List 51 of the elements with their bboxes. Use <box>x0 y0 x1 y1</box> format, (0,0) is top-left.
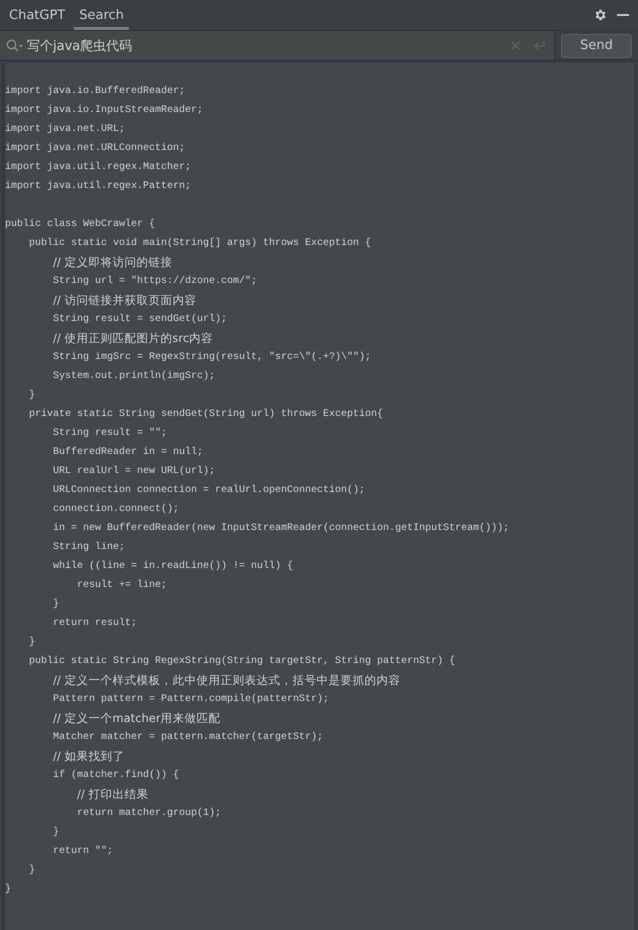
code-line: connection.connect(); <box>52 502 180 517</box>
code-line: result += line; <box>76 578 168 593</box>
code-line: import java.net.URL; <box>5 122 126 137</box>
code-line: } <box>28 864 36 878</box>
minimize-icon[interactable] <box>617 14 629 16</box>
code-line: import java.io.InputStreamReader; <box>5 104 204 118</box>
code-line: return ""; <box>52 844 114 859</box>
code-line: import java.net.URLConnection; <box>5 142 186 156</box>
code-line: import java.util.regex.Matcher; <box>5 160 192 175</box>
settings-icon[interactable] <box>593 8 607 22</box>
enter-icon[interactable] <box>532 40 546 52</box>
code-line: } <box>28 636 36 650</box>
code-comment: // 如果找到了 <box>52 748 126 765</box>
code-comment: // 定义一个样式模板，此中使用正则表达式，括号中是要抓的内容 <box>52 672 402 689</box>
code-line: String line; <box>52 540 126 555</box>
search-field[interactable]: 写个java爬虫代码 <box>27 38 507 53</box>
code-line: String result = ""; <box>52 426 168 441</box>
clear-icon[interactable] <box>511 41 520 50</box>
code-line: return result; <box>52 616 138 631</box>
code-line: } <box>28 388 36 403</box>
code-line: } <box>5 882 12 897</box>
code-comment: // 使用正则匹配图片的src内容 <box>52 330 214 347</box>
code-line: public static String RegexString(String targetStr, String patternStr) { <box>28 654 456 669</box>
code-line: return matcher.group(1); <box>76 806 222 821</box>
code-line: URLConnection connection = realUrl.openConnection(); <box>52 484 366 498</box>
code-line: } <box>52 826 60 840</box>
tab[interactable]: ChatGPT <box>4 0 70 30</box>
search-bar[interactable]: 写个java爬虫代码 <box>0 31 555 60</box>
code-line: import java.io.BufferedReader; <box>5 84 186 99</box>
code-line: import java.util.regex.Pattern; <box>5 180 192 194</box>
code-comment: // 定义一个matcher用来做匹配 <box>52 710 222 727</box>
code-comment: // 定义即将访问的链接 <box>52 254 174 271</box>
code-line: } <box>52 598 60 612</box>
code-line: URL realUrl = new URL(url); <box>52 464 216 479</box>
code-line: String imgSrc = RegexString(result, "src=\"(.+?)\""); <box>52 350 372 365</box>
code-comment: // 打印出结果 <box>76 786 150 803</box>
code-line: private static String sendGet(String url) throws Exception{ <box>28 408 384 422</box>
code-line: if (matcher.find()) { <box>52 768 180 783</box>
code-line: String url = "https://dzone.com/"; <box>52 274 258 289</box>
code-line: in = new BufferedReader(new InputStreamReader(connection.getInputStream())); <box>52 522 510 536</box>
send-button[interactable]: Send <box>561 34 632 58</box>
code-line: Pattern pattern = Pattern.compile(patternStr); <box>52 692 330 707</box>
code-line: System.out.println(imgSrc); <box>52 370 216 384</box>
code-line: public class WebCrawler { <box>5 218 156 232</box>
code-comment: // 访问链接并获取页面内容 <box>52 292 198 309</box>
search-icon[interactable] <box>6 39 23 52</box>
code-line: public static void main(String[] args) throws Exception { <box>28 236 372 251</box>
code-line: Matcher matcher = pattern.matcher(targetStr); <box>52 730 324 745</box>
code-line: String result = sendGet(url); <box>52 312 228 327</box>
code-line: while ((line = in.readLine()) != null) { <box>52 560 294 574</box>
code-line: BufferedReader in = null; <box>52 446 204 460</box>
